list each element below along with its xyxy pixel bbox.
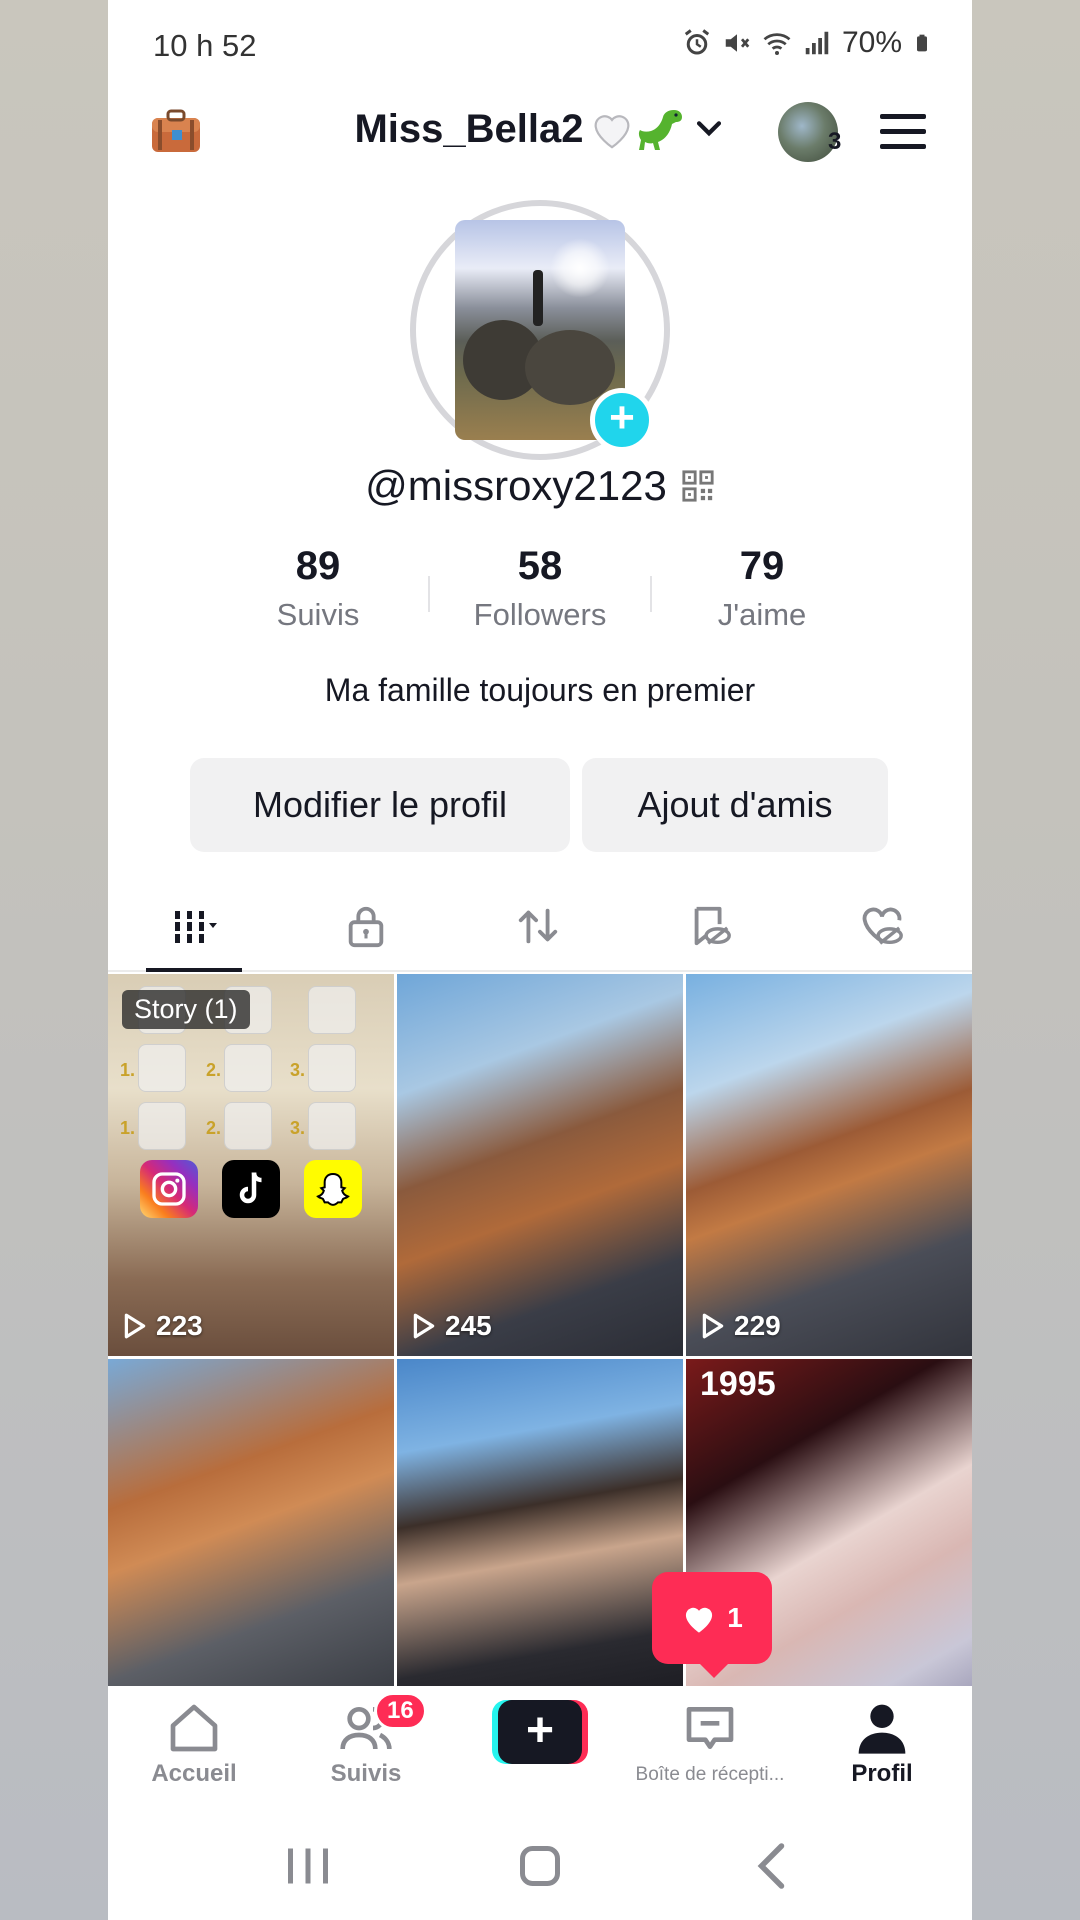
nav-inbox-label: Boîte de récepti... [635,1764,785,1785]
video-thumbnail[interactable]: 245 [397,974,683,1356]
video-overlay-text: 1995 [700,1365,776,1403]
home-button-icon[interactable] [510,1836,570,1896]
status-bar: 10 h 52 70% [108,0,972,96]
dinosaur-icon [638,110,682,150]
videos-grid-icon [175,911,217,943]
tiktok-icon [222,1160,280,1218]
view-count-value: 223 [156,1310,203,1341]
battery-percentage: 70% [841,26,902,59]
snapchat-icon [304,1160,362,1218]
video-thumbnail[interactable] [397,1359,683,1686]
tab-private[interactable] [280,880,452,972]
repost-icon [518,908,558,944]
stat-likes[interactable]: 79 J'aime [662,544,862,633]
status-icons: 70% [682,26,932,60]
battery-icon [917,34,927,52]
tab-liked[interactable] [796,880,968,972]
nav-inbox[interactable]: Boîte de récepti... [624,1700,796,1786]
wifi-icon [763,33,791,55]
account-switcher[interactable]: Miss_Bella2 [108,106,972,152]
view-count: 245 [411,1310,492,1342]
likes-label: J'aime [717,597,807,632]
video-thumbnail[interactable]: 1. 2. 3. 1. 2. 3. Story (1) 223 [108,974,394,1356]
likes-notification-popup[interactable]: 1 [652,1572,772,1678]
signal-icon [805,31,829,55]
story-badge: Story (1) [122,990,250,1029]
white-heart-icon [594,115,629,149]
following-count: 89 [295,544,341,588]
chevron-down-icon[interactable] [692,112,726,146]
play-icon [413,1313,435,1339]
edit-profile-button[interactable]: Modifier le profil [190,758,570,852]
add-story-plus-button[interactable]: + [590,388,654,452]
instagram-icon [140,1160,198,1218]
phone-screen: 10 h 52 70% Miss_Bella2 3 + @missroxy212… [108,0,972,1920]
nav-profile[interactable]: Profil [796,1700,968,1788]
account-name: Miss_Bella2 [354,106,584,151]
bookmark-hidden-icon [694,906,731,946]
likes-popup-count: 1 [727,1602,743,1633]
active-tab-indicator [146,968,242,972]
recent-apps-icon[interactable] [278,1836,338,1896]
system-navigation-bar [108,1806,972,1920]
stat-followers[interactable]: 58 Followers [440,544,640,633]
content-tabs [108,880,972,972]
stat-divider [428,576,430,612]
tab-reposts[interactable] [452,880,624,972]
profile-icon [858,1704,906,1754]
nav-profile-label: Profil [851,1760,913,1787]
avatar-count: 3 [828,128,842,155]
followers-count: 58 [517,544,563,588]
heart-icon [686,1607,713,1633]
stat-divider [650,576,652,612]
view-count: 223 [122,1310,203,1342]
alarm-icon [684,29,710,55]
video-thumbnail[interactable] [108,1359,394,1686]
inbox-icon [686,1707,734,1749]
account-name-emoji [590,106,686,152]
video-thumbnail[interactable]: 229 [686,974,972,1356]
nav-home-label: Accueil [151,1760,237,1787]
following-label: Suivis [276,597,360,632]
add-friends-button[interactable]: Ajout d'amis [582,758,888,852]
likes-count: 79 [739,544,785,588]
followers-label: Followers [473,597,607,632]
tab-videos[interactable] [108,880,280,972]
tab-favorites[interactable] [624,880,796,972]
nav-following-label: Suivis [330,1760,402,1787]
profile-header: Miss_Bella2 3 [108,96,972,172]
back-icon[interactable] [744,1836,804,1896]
nav-home[interactable]: Accueil [108,1700,280,1788]
username-row: @missroxy2123 [108,462,972,510]
plus-icon: + [498,1700,582,1764]
lock-icon [348,906,384,948]
mute-icon [725,34,750,52]
create-video-button[interactable]: + [492,1700,588,1764]
profile-bio: Ma famille toujours en premier [324,672,756,708]
username: @missroxy2123 [365,462,667,509]
status-time: 10 h 52 [153,28,257,63]
menu-icon[interactable] [880,112,926,150]
notification-badge: 16 [374,1692,427,1730]
view-count-value: 245 [445,1310,492,1341]
play-icon [124,1313,146,1339]
view-count-value: 229 [734,1310,781,1341]
stat-following[interactable]: 89 Suivis [218,544,418,633]
view-count: 229 [700,1310,781,1342]
home-icon [170,1704,218,1752]
video-grid: 1. 2. 3. 1. 2. 3. Story (1) 223 245 229 … [108,974,972,1686]
bottom-navigation: Accueil Suivis 16 + Boîte de récepti... … [108,1686,972,1806]
qr-code-icon[interactable] [681,469,715,503]
play-icon [702,1313,724,1339]
heart-hidden-icon [862,907,903,945]
